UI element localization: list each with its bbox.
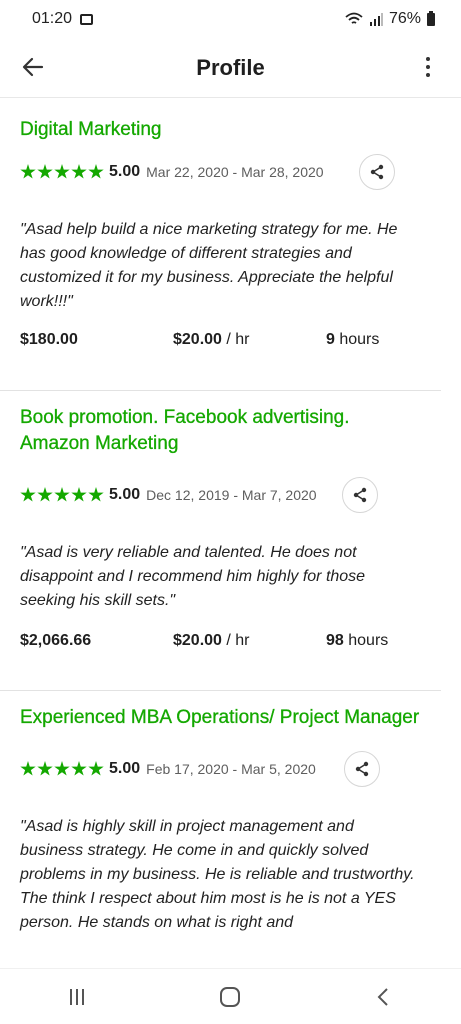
date-range: Dec 12, 2019 - Mar 7, 2020 xyxy=(146,487,317,503)
status-bar: 01:20 76% xyxy=(0,0,461,38)
hours-value: 98 xyxy=(326,632,344,649)
rate-unit: / hr xyxy=(221,331,250,348)
recents-icon xyxy=(69,988,84,1005)
arrow-left-icon xyxy=(22,57,44,77)
star-icon xyxy=(71,164,87,179)
hours-unit: hours xyxy=(343,632,389,649)
star-rating xyxy=(20,487,104,503)
job-title[interactable]: Book promotion. Facebook advertising. Am… xyxy=(20,405,421,457)
star-icon xyxy=(54,487,70,502)
chevron-left-icon xyxy=(377,987,388,1006)
job-stats: $2,066.66 $20.00 / hr 98 hours xyxy=(20,627,421,655)
job-hourly-rate: $20.00 / hr xyxy=(173,331,326,349)
star-rating xyxy=(20,164,104,180)
review-quote: "Asad is highly skill in project managem… xyxy=(20,818,415,931)
star-icon xyxy=(88,487,104,502)
star-icon xyxy=(20,164,36,179)
job-total-earned: $2,066.66 xyxy=(20,632,92,649)
job-title[interactable]: Experienced MBA Operations/ Project Mana… xyxy=(20,705,421,731)
gallery-notification-icon xyxy=(80,13,94,25)
system-nav-bar xyxy=(0,968,461,1024)
more-options-button[interactable] xyxy=(413,52,443,82)
status-left: 01:20 xyxy=(32,10,94,28)
rate-amount: $20.00 xyxy=(173,632,222,649)
job-card: Digital Marketing 5.00 Mar 22, 2020 - Ma… xyxy=(0,99,441,391)
star-rating xyxy=(20,761,104,777)
share-button[interactable] xyxy=(344,751,380,787)
job-stats: $180.00 $20.00 / hr 9 hours xyxy=(20,326,421,354)
home-button[interactable] xyxy=(210,977,250,1017)
review-quote: "Asad help build a nice marketing strate… xyxy=(20,221,398,310)
star-icon xyxy=(54,164,70,179)
star-icon xyxy=(88,164,104,179)
more-dot-icon xyxy=(426,73,430,77)
work-history-list[interactable]: Digital Marketing 5.00 Mar 22, 2020 - Ma… xyxy=(0,99,461,969)
back-nav-button[interactable] xyxy=(364,977,404,1017)
status-time: 01:20 xyxy=(32,10,73,27)
job-card: Experienced MBA Operations/ Project Mana… xyxy=(0,691,441,935)
job-card: Book promotion. Facebook advertising. Am… xyxy=(0,391,441,691)
share-icon xyxy=(353,487,367,503)
rating-row: 5.00 Feb 17, 2020 - Mar 5, 2020 xyxy=(20,749,421,789)
battery-percent: 76% xyxy=(388,10,421,27)
job-total-earned: $180.00 xyxy=(20,331,78,348)
recents-button[interactable] xyxy=(57,977,97,1017)
rating-value: 5.00 xyxy=(109,760,141,777)
share-icon xyxy=(355,761,369,777)
hours-value: 9 xyxy=(326,331,335,348)
job-hours: 98 hours xyxy=(326,632,388,650)
back-button[interactable] xyxy=(18,52,48,82)
rating-value: 5.00 xyxy=(109,486,141,503)
star-icon xyxy=(20,487,36,502)
share-button[interactable] xyxy=(342,477,378,513)
more-dot-icon xyxy=(426,57,430,61)
more-dot-icon xyxy=(426,65,430,69)
job-hours: 9 hours xyxy=(326,331,379,349)
star-icon xyxy=(37,761,53,776)
wifi-icon xyxy=(345,12,363,24)
date-range: Mar 22, 2020 - Mar 28, 2020 xyxy=(146,164,324,180)
battery-icon xyxy=(427,10,435,26)
rating-value: 5.00 xyxy=(109,163,141,180)
star-icon xyxy=(37,164,53,179)
signal-icon xyxy=(369,13,383,26)
star-icon xyxy=(20,761,36,776)
review-quote: "Asad is very reliable and talented. He … xyxy=(20,544,366,609)
rate-amount: $20.00 xyxy=(173,331,222,348)
star-icon xyxy=(54,761,70,776)
hours-unit: hours xyxy=(334,331,380,348)
app-bar: Profile xyxy=(0,38,461,98)
home-icon xyxy=(220,986,241,1007)
job-hourly-rate: $20.00 / hr xyxy=(173,632,326,650)
rating-row: 5.00 Mar 22, 2020 - Mar 28, 2020 xyxy=(20,152,421,192)
share-icon xyxy=(370,164,384,180)
star-icon xyxy=(71,761,87,776)
page-title: Profile xyxy=(196,54,265,80)
rating-row: 5.00 Dec 12, 2019 - Mar 7, 2020 xyxy=(20,475,421,515)
job-title[interactable]: Digital Marketing xyxy=(20,117,421,143)
star-icon xyxy=(88,761,104,776)
star-icon xyxy=(71,487,87,502)
star-icon xyxy=(37,487,53,502)
share-button[interactable] xyxy=(359,154,395,190)
rate-unit: / hr xyxy=(221,632,250,649)
status-right: 76% xyxy=(345,10,435,28)
date-range: Feb 17, 2020 - Mar 5, 2020 xyxy=(146,761,316,777)
